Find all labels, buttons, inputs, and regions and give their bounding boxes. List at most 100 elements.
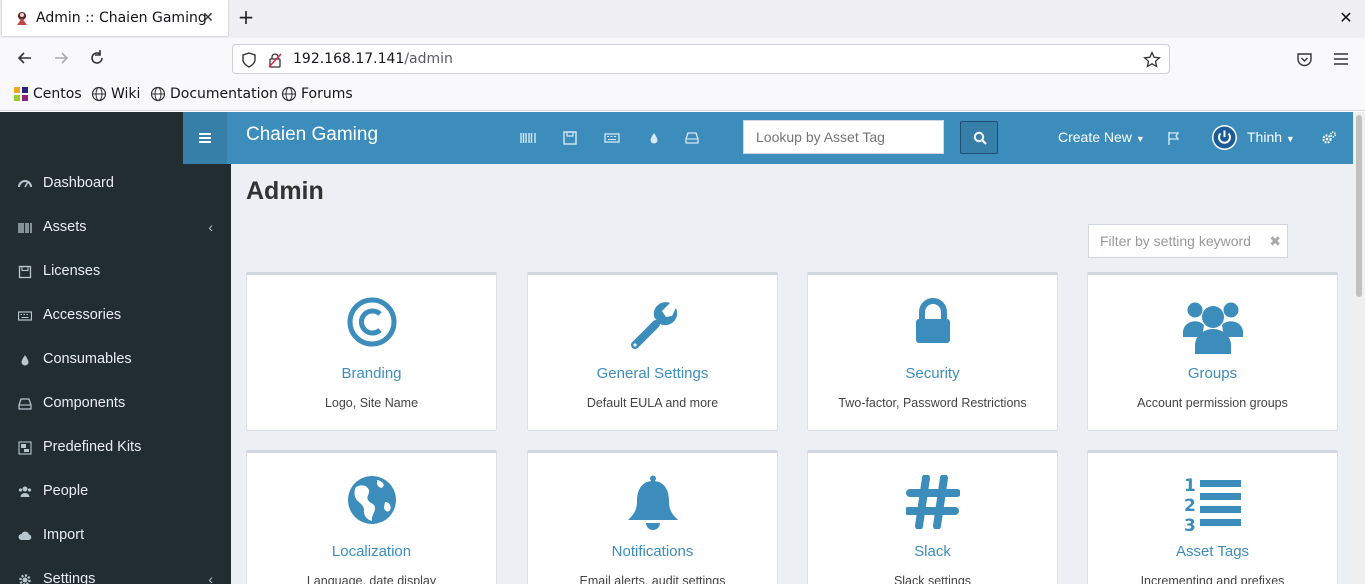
cogs-icon[interactable] <box>1321 130 1337 146</box>
floppy-icon[interactable] <box>562 130 578 146</box>
tab-title: Admin :: Chaien Gaming <box>36 10 207 26</box>
arrow-right-icon <box>55 52 69 64</box>
cog-icon <box>19 574 31 584</box>
search-button[interactable] <box>960 121 998 154</box>
bookmark-wiki[interactable]: Wiki <box>91 86 140 102</box>
tint-icon <box>21 355 29 366</box>
card-title: Asset Tags <box>1175 543 1250 560</box>
url-bar[interactable]: 192.168.17.141/admin <box>232 44 1170 74</box>
flag-icon[interactable] <box>1166 130 1182 146</box>
reload-button[interactable] <box>87 49 107 69</box>
settings-card-slack[interactable]: Slack Slack settings <box>807 450 1058 584</box>
settings-card-security[interactable]: Security Two-factor, Password Restrictio… <box>807 272 1058 431</box>
tab-close-icon[interactable]: ✕ <box>198 8 218 28</box>
settings-card-localization[interactable]: Localization Language, date display <box>246 450 497 584</box>
card-description: Language, date display <box>306 574 437 584</box>
user-menu-dropdown[interactable]: Thinh ▼ <box>1247 129 1295 145</box>
hashtag-icon <box>905 475 960 529</box>
card-description: Email alerts, audit settings <box>579 574 726 584</box>
insecure-lock-icon[interactable] <box>267 52 283 68</box>
sidebar-logo-area <box>0 112 183 164</box>
brand-title[interactable]: Chaien Gaming <box>246 124 378 146</box>
chevron-left-icon: ‹ <box>208 571 213 584</box>
new-tab-button[interactable]: + <box>236 6 256 30</box>
hdd-icon <box>18 398 32 410</box>
keyboard-icon[interactable] <box>604 130 620 146</box>
bookmark-centos[interactable]: Centos <box>13 86 82 102</box>
reload-icon <box>91 50 103 64</box>
card-title: Slack <box>914 543 951 560</box>
browser-tab[interactable]: Admin :: Chaien Gaming ✕ <box>2 0 228 36</box>
keyboard-icon <box>18 311 32 321</box>
sidebar-item-consumables[interactable]: Consumables <box>0 338 231 382</box>
sidebar-item-label: Dashboard <box>43 175 114 191</box>
url-host: 192.168.17.141 <box>293 51 405 67</box>
create-new-dropdown[interactable]: Create New ▼ <box>1058 129 1145 145</box>
lock-icon <box>915 298 950 343</box>
window-close-button[interactable]: ✕ <box>1339 8 1353 27</box>
tint-icon[interactable] <box>646 130 662 146</box>
card-description: Incrementing and prefixes <box>1140 574 1285 584</box>
settings-card-groups[interactable]: Groups Account permission groups <box>1087 272 1338 431</box>
cloud-upload-icon <box>18 531 32 540</box>
site-favicon-icon <box>17 12 27 25</box>
bookmark-star-icon[interactable] <box>1143 51 1161 69</box>
sidebar-item-import[interactable]: Import <box>0 514 231 558</box>
filter-placeholder: Filter by setting keyword <box>1100 233 1251 249</box>
forward-button[interactable] <box>51 49 71 69</box>
card-description: Logo, Site Name <box>324 396 419 410</box>
users-icon <box>1182 302 1243 354</box>
hamburger-menu-icon[interactable] <box>1333 52 1349 66</box>
create-new-label: Create New <box>1058 129 1132 145</box>
card-title: Branding <box>341 365 402 382</box>
shield-icon[interactable] <box>241 52 257 68</box>
sidebar-item-label: Assets <box>43 219 87 235</box>
settings-card-notifications[interactable]: Notifications Email alerts, audit settin… <box>527 450 778 584</box>
bookmarks-bar: Centos Wiki Documentation Forums <box>0 80 1365 111</box>
clear-filter-icon[interactable]: ✖ <box>1269 233 1281 250</box>
caret-down-icon: ▼ <box>1285 134 1295 144</box>
main-header: Chaien Gaming Create New ▼ Thinh ▼ <box>183 112 1353 164</box>
bookmark-documentation[interactable]: Documentation <box>150 86 278 102</box>
barcode-icon[interactable] <box>520 130 536 146</box>
sidebar-item-label: Accessories <box>43 307 122 323</box>
user-avatar[interactable] <box>1212 125 1237 150</box>
sidebar-item-label: Components <box>43 395 126 411</box>
settings-card-branding[interactable]: Branding Logo, Site Name <box>246 272 497 431</box>
card-title: General Settings <box>596 365 709 382</box>
settings-filter-input[interactable]: Filter by setting keyword ✖ <box>1088 224 1288 258</box>
sidebar-item-predefined-kits[interactable]: Predefined Kits <box>0 426 231 470</box>
sidebar-item-dashboard[interactable]: Dashboard <box>0 162 231 206</box>
list-ol-icon: 123 <box>1184 476 1241 533</box>
sidebar-item-settings[interactable]: Settings ‹ <box>0 558 231 584</box>
scrollbar-thumb[interactable] <box>1356 115 1362 297</box>
browser-nav-bar: 192.168.17.141/admin <box>0 38 1365 80</box>
sidebar-item-components[interactable]: Components <box>0 382 231 426</box>
back-button[interactable] <box>15 49 35 69</box>
hdd-icon[interactable] <box>684 130 700 146</box>
chevron-left-icon: ‹ <box>208 219 213 235</box>
bookmark-label: Forums <box>301 86 353 102</box>
sidebar-item-label: Import <box>43 527 85 543</box>
url-text[interactable]: 192.168.17.141/admin <box>293 51 453 67</box>
search-icon <box>973 131 987 145</box>
sidebar-item-licenses[interactable]: Licenses <box>0 250 231 294</box>
settings-card-asset-tags[interactable]: 123 Asset Tags Incrementing and prefixes <box>1087 450 1338 584</box>
sidebar-item-assets[interactable]: Assets ‹ <box>0 206 231 250</box>
sidebar-item-accessories[interactable]: Accessories <box>0 294 231 338</box>
card-icon-wrap <box>528 475 777 533</box>
sidebar-toggle-button[interactable] <box>183 112 227 164</box>
toggle-bar <box>199 133 211 135</box>
settings-card-general[interactable]: General Settings Default EULA and more <box>527 272 778 431</box>
sidebar-item-people[interactable]: People <box>0 470 231 514</box>
pocket-icon[interactable] <box>1296 51 1313 68</box>
page-scrollbar[interactable] <box>1353 112 1365 584</box>
browser-tab-bar: Admin :: Chaien Gaming ✕ + ✕ <box>0 0 1365 38</box>
globe-americas-icon <box>347 476 396 524</box>
asset-tag-search-input[interactable] <box>743 120 944 154</box>
bookmark-forums[interactable]: Forums <box>281 86 353 102</box>
globe-icon <box>150 86 166 102</box>
bookmark-label: Wiki <box>111 86 141 102</box>
url-path: /admin <box>404 51 453 67</box>
sidebar-item-label: Predefined Kits <box>43 439 142 455</box>
